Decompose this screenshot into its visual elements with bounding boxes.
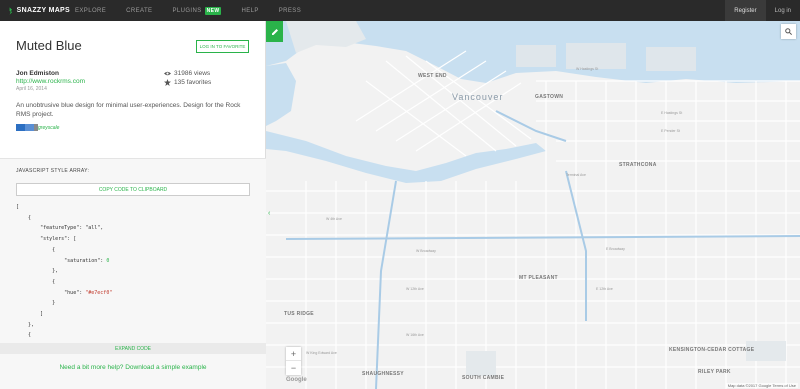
- street-terminal: Terminal Ave: [566, 173, 586, 177]
- street-w-12th: W 12th Ave: [406, 287, 424, 291]
- swatch-2: [25, 124, 34, 131]
- label-gastown: GASTOWN: [535, 94, 564, 100]
- brand-logo[interactable]: SNAZZY MAPS: [0, 5, 70, 17]
- google-logo: Google: [286, 377, 307, 383]
- label-kensington: KENSINGTON-CEDAR COTTAGE: [669, 347, 755, 353]
- favorites-stat: 135 favorites: [164, 79, 211, 86]
- publish-date: April 16, 2014: [16, 86, 47, 92]
- star-icon: [164, 79, 171, 86]
- map-canvas: [266, 21, 800, 389]
- help-download-link[interactable]: Need a bit more help? Download a simple …: [0, 364, 266, 371]
- map-view[interactable]: WEST END Vancouver GASTOWN STRATHCONA MT…: [266, 21, 800, 389]
- nav-plugins[interactable]: PLUGINS NEW: [172, 6, 222, 15]
- pencil-icon: [271, 28, 278, 35]
- label-south-cambie: SOUTH CAMBIE: [462, 375, 505, 381]
- register-link[interactable]: Register: [725, 0, 766, 21]
- street-e-hastings: E Hastings St: [661, 111, 683, 115]
- auth-links: Register Log in: [725, 0, 800, 21]
- zoom-out-button[interactable]: −: [286, 361, 301, 375]
- zoom-controls: + −: [286, 347, 301, 375]
- style-title: Muted Blue: [16, 38, 82, 53]
- label-shaughnessy: SHAUGHNESSY: [362, 371, 404, 377]
- edit-style-tab[interactable]: [266, 21, 283, 42]
- label-strathcona: STRATHCONA: [619, 162, 657, 168]
- nav-create[interactable]: CREATE: [126, 8, 152, 14]
- code-block[interactable]: [ { "featureType": "all", "stylers": [ {…: [16, 202, 256, 343]
- label-tus-ridge: TUS RIDGE: [284, 311, 314, 317]
- street-e-broadway: E Broadway: [606, 247, 625, 251]
- expand-code-button[interactable]: EXPAND CODE: [0, 343, 266, 354]
- style-detail-panel: Muted Blue LOG IN TO FAVORITE Jon Edmist…: [0, 21, 266, 389]
- author-url-link[interactable]: http://www.rockrms.com: [16, 78, 85, 85]
- code-section: JAVASCRIPT STYLE ARRAY: COPY CODE TO CLI…: [0, 158, 266, 389]
- map-attribution[interactable]: Map data ©2017 Google Terms of Use: [725, 383, 798, 388]
- collapse-panel-icon[interactable]: ‹: [268, 210, 270, 217]
- views-count: 31986 views: [174, 70, 211, 77]
- map-search-button[interactable]: [781, 24, 796, 39]
- brand-name: SNAZZY MAPS: [16, 7, 70, 14]
- street-w-broadway: W Broadway: [416, 249, 436, 253]
- nav-explore[interactable]: EXPLORE: [75, 8, 106, 14]
- search-icon: [785, 28, 792, 35]
- snazzy-logo-icon: [9, 6, 13, 15]
- label-mt-pleasant: MT PLEASANT: [519, 275, 558, 281]
- favorites-count: 135 favorites: [174, 79, 212, 86]
- views-stat: 31986 views: [164, 70, 210, 77]
- street-w-4th: W 4th Ave: [326, 217, 342, 221]
- nav-press[interactable]: PRESS: [279, 8, 301, 14]
- js-array-label: JAVASCRIPT STYLE ARRAY:: [16, 168, 90, 174]
- login-link[interactable]: Log in: [766, 0, 800, 21]
- eye-icon: [164, 71, 171, 76]
- zoom-in-button[interactable]: +: [286, 347, 301, 361]
- nav-help[interactable]: HELP: [241, 8, 258, 14]
- street-e-12th: E 12th Ave: [596, 287, 613, 291]
- label-west-end: WEST END: [418, 73, 447, 79]
- color-swatches: [16, 124, 38, 131]
- tag-greyscale[interactable]: greyscale: [38, 125, 59, 131]
- favorite-button[interactable]: LOG IN TO FAVORITE: [196, 40, 249, 53]
- author-name: Jon Edmiston: [16, 70, 59, 77]
- street-w-hastings: W Hastings St: [576, 67, 599, 71]
- new-badge: NEW: [204, 6, 222, 15]
- street-e-pender: E Pender St: [661, 129, 680, 133]
- label-riley-park: RILEY PARK: [698, 369, 731, 375]
- main-nav: EXPLORE CREATE PLUGINS NEW HELP PRESS: [75, 6, 321, 15]
- label-vancouver: Vancouver: [452, 92, 504, 102]
- street-w-16th: W 16th Ave: [406, 333, 424, 337]
- nav-plugins-label: PLUGINS: [172, 7, 202, 14]
- style-description: An unobtrusive blue design for minimal u…: [16, 102, 241, 118]
- street-w-king-edward: W King Edward Ave: [306, 351, 337, 355]
- copy-code-button[interactable]: COPY CODE TO CLIPBOARD: [16, 183, 250, 196]
- swatch-1: [16, 124, 25, 131]
- top-navbar: SNAZZY MAPS EXPLORE CREATE PLUGINS NEW HE…: [0, 0, 800, 21]
